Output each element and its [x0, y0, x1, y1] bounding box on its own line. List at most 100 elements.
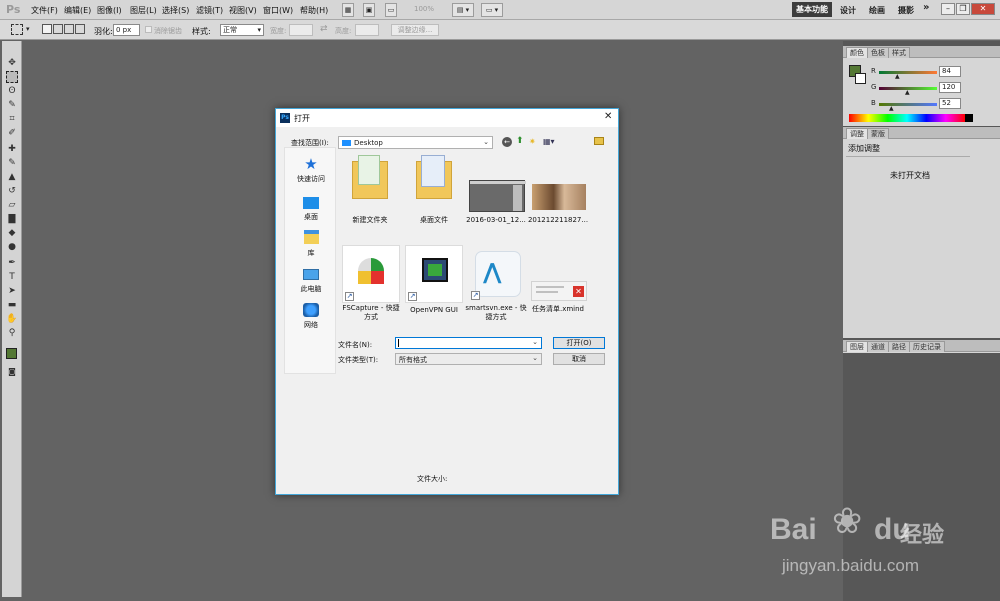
place-desktop[interactable]: 桌面 [285, 194, 337, 222]
crop-tool-icon[interactable]: ⌗ [6, 113, 18, 125]
xmind-thumbnail[interactable]: ✕ [531, 281, 587, 301]
color-spectrum-bar[interactable] [849, 114, 965, 122]
add-selection-icon[interactable] [53, 24, 63, 34]
file-label[interactable]: smartsvn.exe - 快捷方式 [465, 304, 527, 322]
view-extras-icon[interactable]: ▭ [385, 3, 397, 17]
open-folder-icon[interactable] [594, 137, 604, 145]
file-label[interactable]: 桌面文件 [403, 216, 465, 225]
slider-thumb-icon[interactable]: ▲ [895, 73, 900, 80]
tab-masks[interactable]: 蒙版 [867, 128, 889, 139]
feather-input[interactable]: 0 px [113, 24, 140, 36]
r-value-input[interactable]: 84 [939, 66, 961, 77]
restore-icon[interactable]: ❐ [956, 3, 970, 15]
menu-file[interactable]: 文件(F) [31, 5, 58, 16]
openvpn-shortcut[interactable]: ↗ [405, 245, 463, 303]
tab-history[interactable]: 历史记录 [909, 341, 945, 352]
clone-stamp-icon[interactable]: ▲ [6, 171, 18, 183]
menu-edit[interactable]: 编辑(E) [64, 5, 91, 16]
file-label[interactable]: FSCapture - 快捷方式 [340, 304, 402, 322]
mini-bridge-icon[interactable]: ▣ [363, 3, 375, 17]
tab-channels[interactable]: 通道 [867, 341, 889, 352]
place-libraries[interactable]: 库 [285, 230, 337, 258]
type-tool-icon[interactable]: T [6, 271, 18, 283]
r-slider[interactable] [879, 71, 937, 74]
shape-tool-icon[interactable]: ▬ [6, 299, 18, 311]
place-network[interactable]: 网络 [285, 303, 337, 330]
filename-input[interactable]: ⌄ [395, 337, 542, 349]
menu-view[interactable]: 视图(V) [229, 5, 257, 16]
folder-icon[interactable] [416, 155, 452, 199]
marquee-tool-icon[interactable] [11, 24, 23, 35]
tool-preset-dropdown-icon[interactable]: ▾ [26, 25, 30, 33]
tab-swatches[interactable]: 色板 [867, 47, 889, 58]
path-selection-icon[interactable]: ➤ [6, 285, 18, 297]
gradient-tool-icon[interactable]: ▇ [6, 213, 18, 225]
tab-styles[interactable]: 样式 [888, 47, 910, 58]
screen-mode-icon[interactable]: ▭ ▾ [481, 3, 503, 17]
menu-window[interactable]: 窗口(W) [263, 5, 293, 16]
slider-thumb-icon[interactable]: ▲ [905, 89, 910, 96]
filetype-select[interactable]: 所有格式 ⌄ [395, 353, 542, 365]
new-folder-icon[interactable]: ✷ [529, 137, 536, 146]
zoom-level[interactable]: 100% [414, 5, 434, 13]
antialias-checkbox[interactable] [145, 26, 152, 33]
tab-layers[interactable]: 图层 [846, 341, 868, 352]
slider-thumb-icon[interactable]: ▲ [889, 105, 894, 112]
workspace-painting[interactable]: 绘画 [869, 5, 885, 16]
workspace-basic[interactable]: 基本功能 [792, 2, 832, 17]
eraser-icon[interactable]: ▱ [6, 199, 18, 211]
file-label[interactable]: 任务清单.xmind [527, 305, 589, 314]
history-brush-icon[interactable]: ↺ [6, 185, 18, 197]
workspace-design[interactable]: 设计 [840, 5, 856, 16]
menu-image[interactable]: 图像(I) [97, 5, 122, 16]
marquee-tool-icon[interactable] [6, 71, 18, 83]
lasso-tool-icon[interactable]: ʘ [6, 85, 18, 97]
photo-thumbnail[interactable] [532, 184, 586, 210]
color-background-swatch[interactable] [855, 73, 866, 84]
dialog-close-icon[interactable]: ✕ [604, 111, 612, 122]
menu-help[interactable]: 帮助(H) [300, 5, 328, 16]
style-select[interactable]: 正常 ▾ [220, 24, 264, 36]
cancel-button[interactable]: 取消 [553, 353, 605, 365]
hand-tool-icon[interactable]: ✋ [6, 313, 18, 325]
fscapture-shortcut[interactable]: ↗ [342, 245, 400, 303]
zoom-tool-icon[interactable]: ⚲ [6, 327, 18, 339]
pen-tool-icon[interactable]: ✒ [6, 257, 18, 269]
close-icon[interactable]: ✕ [971, 3, 995, 15]
blur-tool-icon[interactable]: ◆ [6, 227, 18, 239]
black-swatch[interactable] [965, 114, 973, 122]
tab-paths[interactable]: 路径 [888, 341, 910, 352]
dodge-tool-icon[interactable]: ● [6, 241, 18, 253]
place-quick-access[interactable]: ★ 快速访问 [285, 156, 337, 184]
screenshot-thumbnail[interactable] [469, 180, 526, 212]
brush-tool-icon[interactable]: ✎ [6, 157, 18, 169]
g-value-input[interactable]: 120 [939, 82, 961, 93]
place-this-pc[interactable]: 此电脑 [285, 267, 337, 294]
quick-mask-icon[interactable]: ◙ [6, 366, 18, 378]
tab-adjustments[interactable]: 调整 [846, 128, 868, 139]
b-slider[interactable] [879, 103, 937, 106]
smartsvn-shortcut[interactable]: ⋀ ↗ [469, 245, 527, 303]
move-tool-icon[interactable]: ✥ [6, 57, 18, 69]
view-menu-icon[interactable]: ▦▾ [543, 137, 555, 146]
workspace-photography[interactable]: 摄影 [898, 5, 914, 16]
folder-icon[interactable] [352, 155, 388, 199]
menu-select[interactable]: 选择(S) [162, 5, 189, 16]
healing-brush-icon[interactable]: ✚ [6, 143, 18, 155]
open-button[interactable]: 打开(O) [553, 337, 605, 349]
tab-color[interactable]: 颜色 [846, 47, 868, 58]
subtract-selection-icon[interactable] [64, 24, 74, 34]
intersect-selection-icon[interactable] [75, 24, 85, 34]
lookin-select[interactable]: Desktop ⌄ [338, 136, 493, 149]
eyedropper-icon[interactable]: ✐ [6, 127, 18, 139]
file-label[interactable]: 2016-03-01_12... [465, 216, 527, 225]
file-label[interactable]: OpenVPN GUI [403, 306, 465, 315]
menu-layer[interactable]: 图层(L) [130, 5, 157, 16]
new-selection-icon[interactable] [42, 24, 52, 34]
up-folder-icon[interactable]: ⬆ [516, 136, 524, 146]
quick-selection-icon[interactable]: ✎ [6, 99, 18, 111]
workspace-more-icon[interactable]: » [923, 2, 929, 13]
foreground-color-swatch[interactable] [6, 348, 17, 359]
file-label[interactable]: 新建文件夹 [339, 216, 401, 225]
menu-filter[interactable]: 滤镜(T) [196, 5, 223, 16]
